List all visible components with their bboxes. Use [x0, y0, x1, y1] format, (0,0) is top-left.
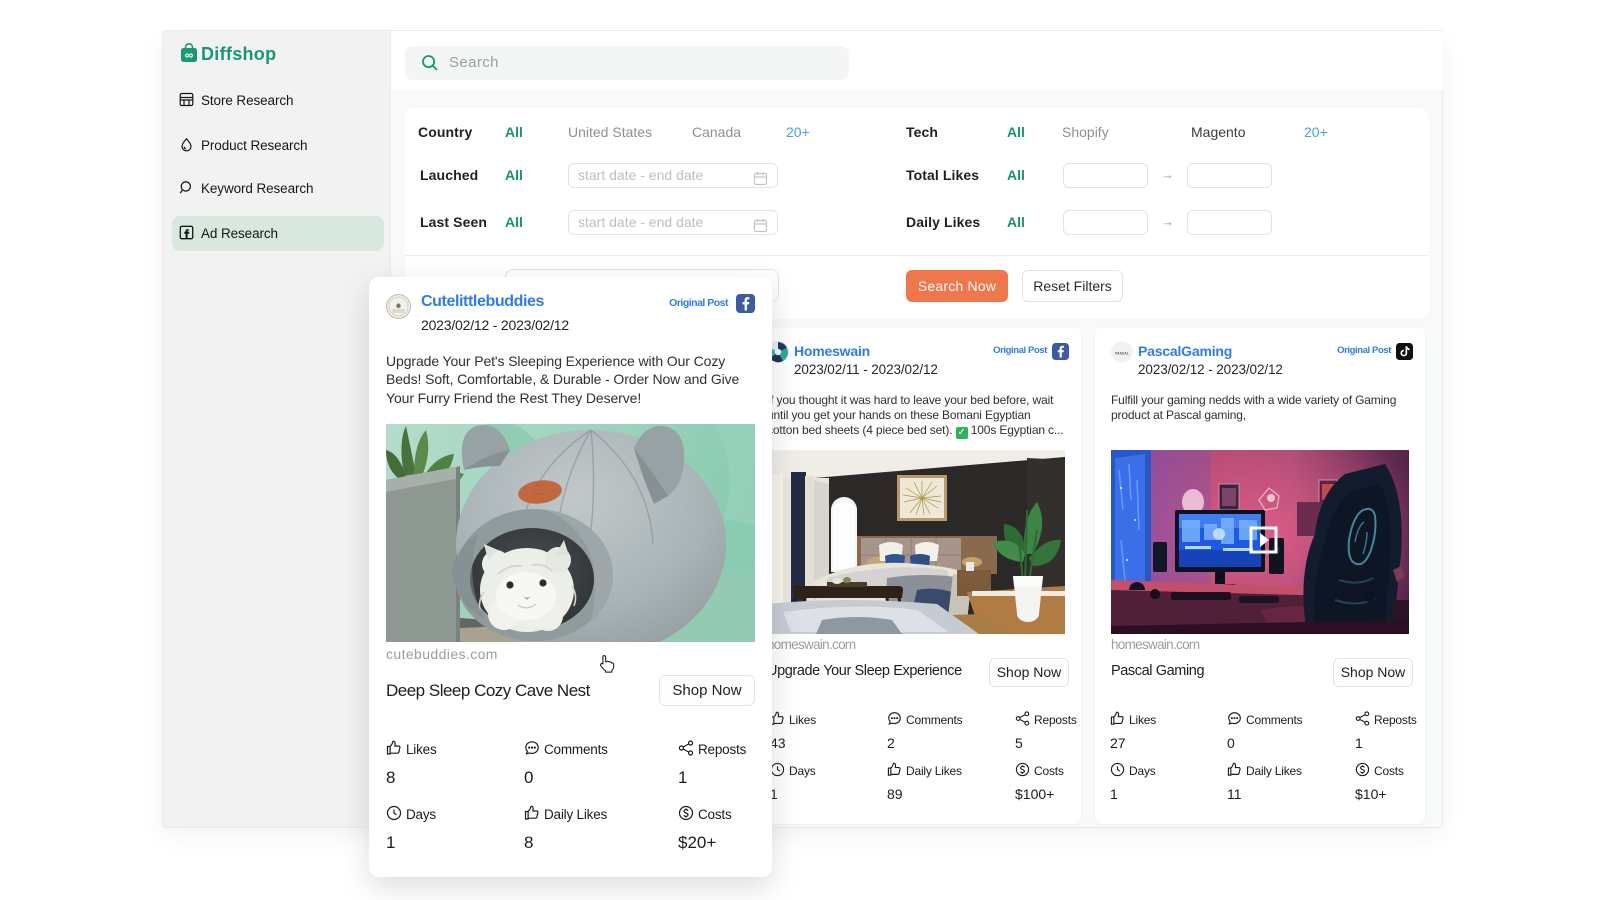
svg-text:PASCAL: PASCAL: [1115, 352, 1129, 356]
svg-text:∞: ∞: [185, 48, 194, 62]
